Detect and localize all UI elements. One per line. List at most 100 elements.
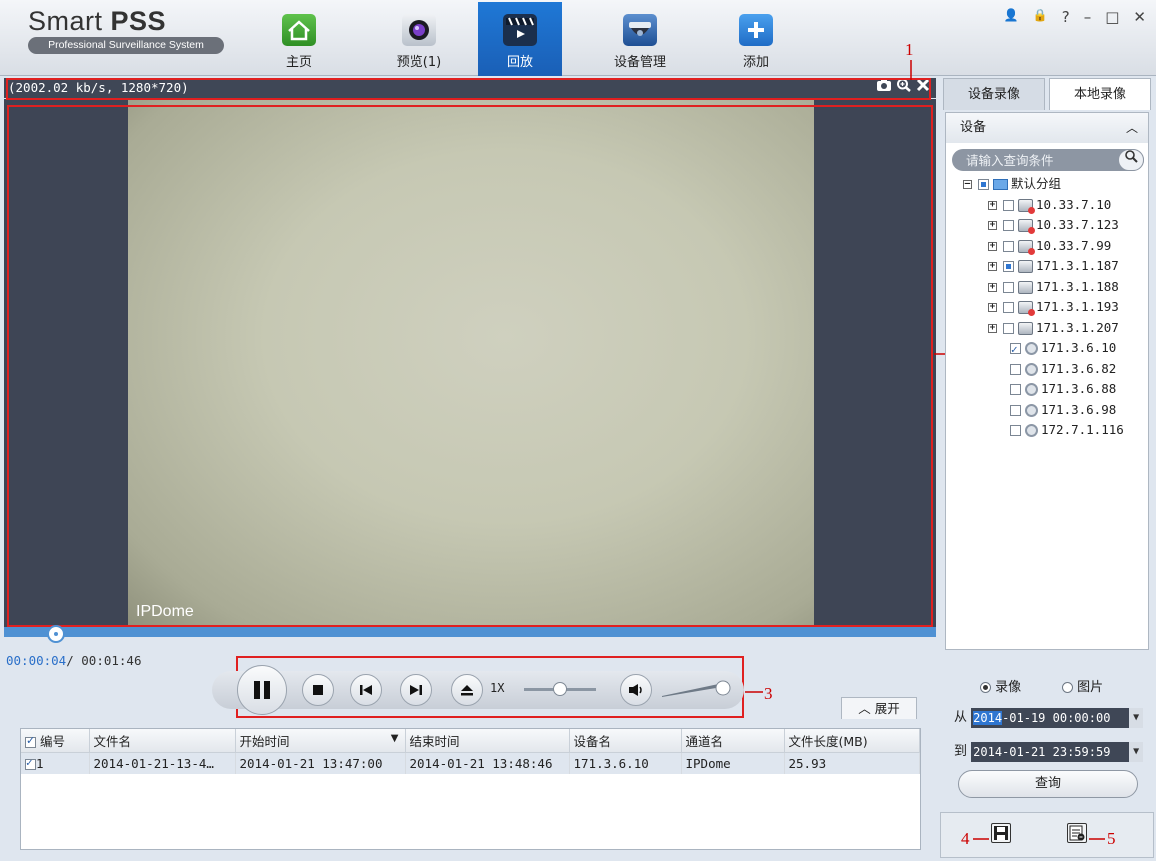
video-window[interactable]: IPDome	[4, 99, 936, 627]
expand-tab[interactable]: ︿ 展开	[841, 697, 917, 719]
search-button[interactable]	[1118, 149, 1144, 171]
speed-slider-knob[interactable]	[553, 682, 567, 696]
expand-icon[interactable]: +	[988, 323, 997, 333]
export-list-icon[interactable]	[1067, 823, 1087, 843]
nav-playback[interactable]: 回放	[478, 2, 562, 76]
stop-button[interactable]	[302, 674, 334, 706]
header-file-size[interactable]: 文件长度(MB)	[784, 729, 920, 753]
device-tree-header[interactable]: 设备 ︿	[946, 113, 1148, 143]
device-checkbox[interactable]	[1010, 340, 1021, 361]
skip-forward-icon	[410, 685, 422, 695]
device-checkbox[interactable]	[1003, 199, 1014, 211]
user-icon[interactable]: 👤	[1004, 8, 1019, 26]
dropdown-arrow-icon[interactable]: ▼	[1129, 741, 1144, 762]
device-checkbox[interactable]	[1003, 240, 1014, 252]
previous-frame-button[interactable]	[350, 674, 382, 706]
next-frame-button[interactable]	[400, 674, 432, 706]
tree-device-row[interactable]: +171.3.1.207	[963, 318, 1148, 339]
header-start-time[interactable]: 开始时间 ▼	[235, 729, 406, 753]
device-checkbox[interactable]	[1010, 363, 1021, 375]
tree-group-row[interactable]: – 默认分组	[963, 174, 1148, 195]
search-icon	[1124, 150, 1138, 163]
device-checkbox[interactable]	[1003, 220, 1014, 231]
device-checkbox[interactable]	[1003, 302, 1014, 313]
table-row[interactable]: 1 2014-01-21-13-4… 2014-01-21 13:47:00 2…	[21, 752, 920, 774]
expand-icon[interactable]: +	[988, 262, 997, 271]
zoom-icon[interactable]	[896, 78, 912, 98]
header-filename[interactable]: 文件名	[89, 729, 236, 753]
header-channel[interactable]: 通道名	[681, 729, 785, 753]
device-checkbox[interactable]	[1003, 322, 1014, 334]
playback-timeline[interactable]	[4, 625, 936, 643]
collapse-icon[interactable]: –	[963, 180, 972, 189]
expand-icon[interactable]: +	[988, 303, 997, 312]
tree-device-row[interactable]: 171.3.6.82	[963, 359, 1148, 380]
date-to-field[interactable]: 2014-01-21 23:59:59 ▼	[971, 741, 1144, 762]
tree-device-row[interactable]: +171.3.1.188	[963, 277, 1148, 298]
minimize-button[interactable]: –	[1084, 8, 1092, 26]
device-ip-label: 171.3.1.187	[1036, 258, 1119, 273]
header-end-time[interactable]: 结束时间	[405, 729, 570, 753]
header-number[interactable]: 编号	[21, 729, 90, 753]
tree-device-row[interactable]: 171.3.6.98	[963, 400, 1148, 421]
close-button[interactable]: ✕	[1133, 8, 1146, 26]
expand-icon[interactable]: +	[988, 241, 997, 251]
tree-device-row[interactable]: +171.3.1.187	[963, 256, 1148, 277]
snapshot-icon[interactable]	[876, 78, 892, 98]
save-icon[interactable]	[991, 823, 1011, 843]
tab-local-record[interactable]: 本地录像	[1049, 78, 1151, 110]
device-search	[952, 149, 1144, 171]
dvr-icon	[1018, 301, 1035, 316]
expand-icon[interactable]: +	[988, 200, 997, 210]
nav-preview[interactable]: 预览(1)	[377, 2, 461, 76]
tree-device-row[interactable]: 172.7.1.116	[963, 420, 1148, 441]
radio-record[interactable]: 录像	[980, 676, 1021, 695]
nav-add[interactable]: 添加	[714, 2, 798, 76]
device-checkbox[interactable]	[1003, 281, 1014, 293]
date-from-field[interactable]: 2014-01-19 00:00:00 ▼	[971, 707, 1144, 728]
radio-picture-button[interactable]	[1062, 682, 1073, 693]
dropdown-arrow-icon[interactable]: ▼	[1129, 707, 1144, 728]
volume-knob[interactable]	[715, 680, 731, 696]
lock-icon[interactable]: 🔒	[1033, 8, 1048, 26]
nav-device-management[interactable]: 设备管理	[598, 2, 682, 76]
expand-icon[interactable]: +	[988, 282, 997, 292]
expand-icon[interactable]: +	[988, 221, 997, 230]
nav-home[interactable]: 主页	[257, 2, 341, 76]
tree-device-row[interactable]: +10.33.7.123	[963, 215, 1148, 236]
tree-device-row[interactable]: +10.33.7.99	[963, 236, 1148, 257]
device-search-input[interactable]	[952, 149, 1112, 171]
tree-device-row[interactable]: +10.33.7.10	[963, 195, 1148, 216]
close-video-icon[interactable]	[916, 78, 930, 98]
help-icon[interactable]: ?	[1062, 8, 1070, 26]
tree-device-row[interactable]: +171.3.1.193	[963, 297, 1148, 318]
timeline-knob[interactable]	[47, 625, 65, 643]
playback-speed: 1X	[490, 681, 505, 695]
folder-icon	[993, 179, 1008, 190]
tree-device-row[interactable]: 171.3.6.88	[963, 379, 1148, 400]
skip-back-icon	[360, 685, 372, 695]
row-checkbox[interactable]	[25, 756, 36, 770]
device-ip-label: 171.3.6.98	[1041, 401, 1117, 417]
device-checkbox[interactable]	[1010, 425, 1021, 436]
tree-device-row[interactable]: 171.3.6.10	[963, 338, 1148, 361]
select-all-checkbox[interactable]	[25, 734, 36, 748]
clapperboard-icon	[503, 14, 537, 46]
volume-button[interactable]	[620, 674, 652, 706]
header-device[interactable]: 设备名	[569, 729, 682, 753]
dvr-icon	[1018, 239, 1035, 255]
device-checkbox[interactable]	[1003, 261, 1014, 272]
tab-device-record[interactable]: 设备录像	[943, 78, 1045, 110]
maximize-button[interactable]: □	[1105, 8, 1119, 26]
device-checkbox[interactable]	[1010, 404, 1021, 416]
volume-slider[interactable]	[660, 678, 732, 698]
group-checkbox[interactable]	[978, 179, 989, 190]
radio-record-button[interactable]	[980, 682, 991, 693]
query-button[interactable]: 查询	[958, 770, 1138, 798]
pause-button[interactable]	[237, 665, 287, 715]
device-checkbox[interactable]	[1010, 384, 1021, 395]
camera-icon	[1025, 403, 1038, 417]
radio-picture[interactable]: 图片	[1062, 676, 1103, 695]
device-ip-label: 10.33.7.99	[1036, 237, 1112, 253]
eject-button[interactable]	[451, 674, 483, 706]
